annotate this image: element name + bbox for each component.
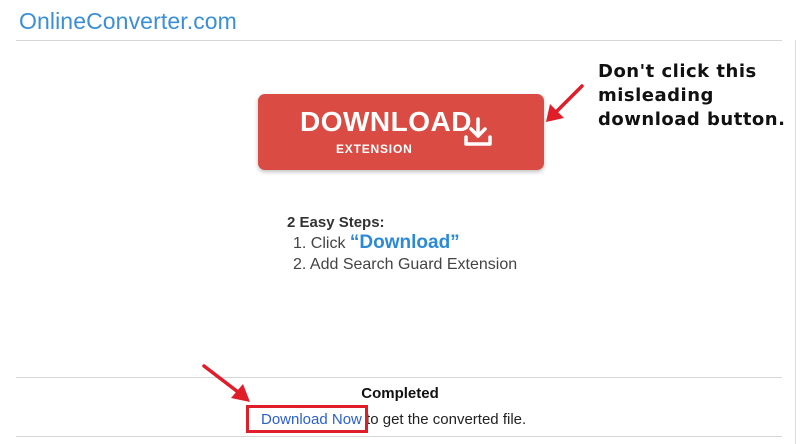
step-item: 2. Add Search Guard Extension — [287, 254, 517, 275]
ad-button-sub-label: EXTENSION — [336, 142, 413, 156]
download-icon — [464, 117, 492, 146]
annotation-line: Don't click this — [598, 61, 757, 82]
header-divider — [16, 40, 782, 41]
result-divider — [16, 377, 782, 378]
step-item: 1. Click “Download” — [287, 232, 517, 254]
annotation-line: download button. — [598, 109, 786, 130]
site-title[interactable]: OnlineConverter.com — [19, 8, 237, 35]
steps-title: 2 Easy Steps: — [287, 214, 385, 231]
content-border — [795, 40, 796, 444]
step-text: 2. Add Search Guard Extension — [293, 256, 518, 273]
warning-annotation: Don't click this misleading download but… — [598, 60, 788, 132]
annotation-line: misleading — [598, 85, 714, 106]
download-extension-ad-button[interactable]: DOWNLOAD EXTENSION — [258, 94, 544, 170]
step-text: 1. Click — [293, 235, 350, 252]
steps-list: 2 Easy Steps: 1. Click “Download” 2. Add… — [287, 214, 517, 275]
step-highlight: “Download” — [349, 232, 460, 253]
status-label: Completed — [361, 385, 439, 402]
highlight-box — [246, 405, 368, 433]
ad-button-main-label: DOWNLOAD — [300, 106, 472, 137]
arrow-to-ad-button — [546, 84, 584, 122]
footer-divider — [16, 436, 782, 437]
page: OnlineConverter.com DOWNLOAD EXTENSION D… — [0, 0, 800, 444]
arrow-to-download-link — [202, 364, 250, 402]
download-suffix: to get the converted file. — [361, 411, 527, 428]
